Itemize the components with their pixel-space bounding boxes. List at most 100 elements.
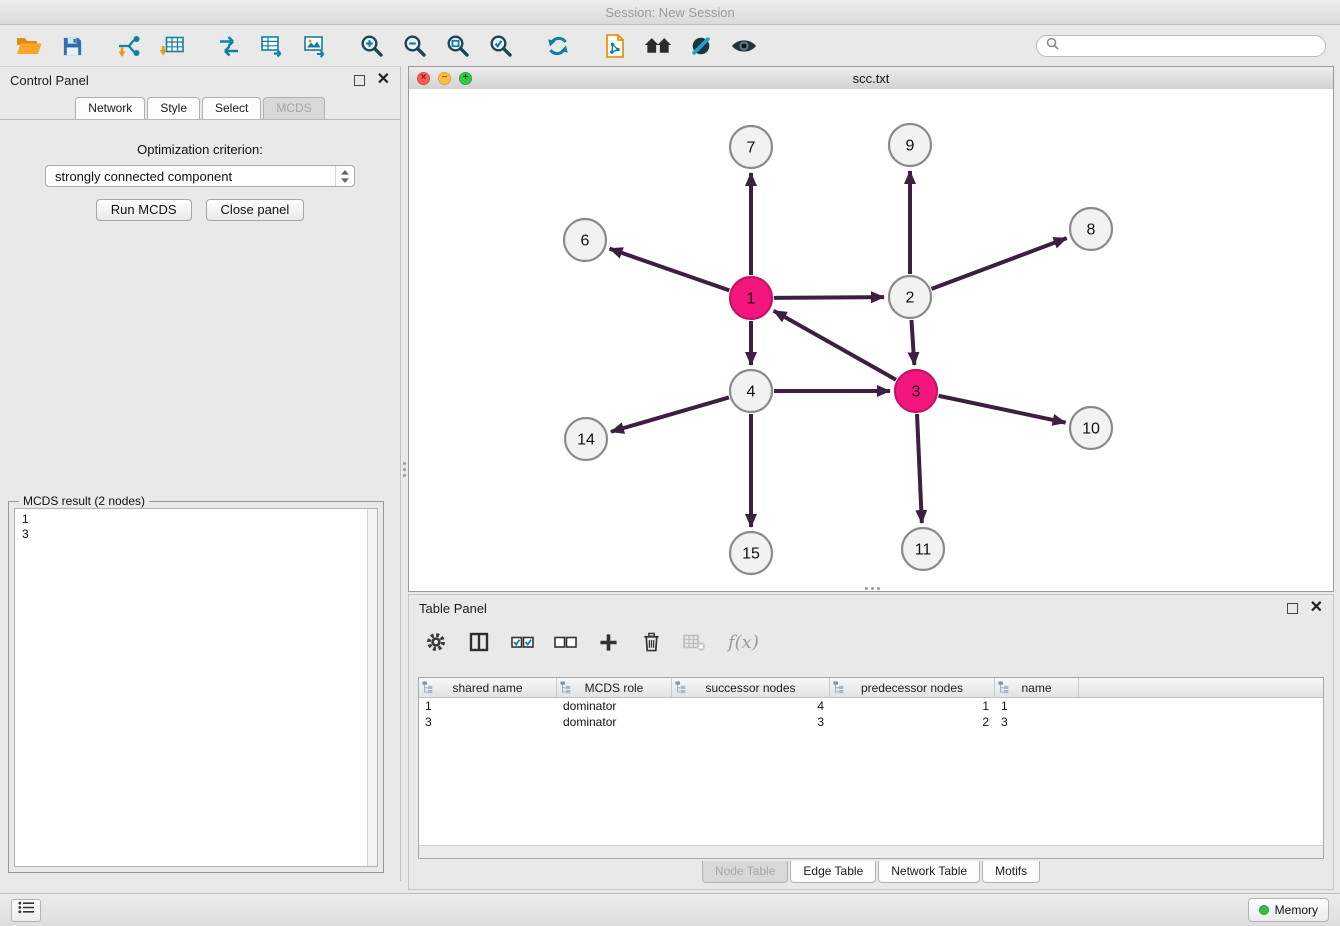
panel-selector-button[interactable] <box>11 899 41 922</box>
column-header-predecessor-nodes[interactable]: predecessor nodes <box>830 678 995 697</box>
column-header-name[interactable]: name <box>995 678 1079 697</box>
column-sort-icon[interactable] <box>998 681 1009 697</box>
show-columns-icon[interactable] <box>466 629 492 655</box>
search-box[interactable] <box>1036 35 1326 57</box>
graph-node-2[interactable]: 2 <box>889 276 931 318</box>
import-network-icon[interactable] <box>114 31 144 61</box>
vertical-splitter-handle[interactable] <box>402 455 407 483</box>
export-image-icon[interactable] <box>300 31 330 61</box>
zoom-out-icon[interactable] <box>400 31 430 61</box>
table-cell[interactable]: 4 <box>672 699 830 713</box>
table-cell[interactable]: 2 <box>830 715 995 729</box>
edge-4-14[interactable] <box>611 397 729 431</box>
close-icon[interactable]: ✕ <box>1310 602 1323 614</box>
table-cell[interactable]: 1 <box>419 699 557 713</box>
tab-edge-table[interactable]: Edge Table <box>790 861 876 883</box>
edge-1-2[interactable] <box>774 297 884 298</box>
table-cell[interactable]: 3 <box>672 715 830 729</box>
tab-select[interactable]: Select <box>202 97 261 119</box>
graph-node-6[interactable]: 6 <box>564 219 606 261</box>
mcds-result-area[interactable]: 13 <box>14 508 378 867</box>
table-cell[interactable]: 1 <box>995 699 1079 713</box>
table-cell[interactable]: dominator <box>557 715 672 729</box>
new-network-icon[interactable] <box>257 31 287 61</box>
edge-3-10[interactable] <box>939 396 1066 423</box>
table-cell[interactable]: 3 <box>419 715 557 729</box>
float-icon[interactable] <box>1287 603 1298 614</box>
run-mcds-button[interactable]: Run MCDS <box>96 199 192 221</box>
app-title-bar[interactable]: Session: New Session <box>0 0 1340 25</box>
table-toolbar: f(x) <box>409 621 1333 663</box>
home-icon[interactable] <box>643 31 673 61</box>
close-icon[interactable]: ✕ <box>377 74 390 86</box>
window-close-icon[interactable]: × <box>417 72 430 85</box>
graph-node-10[interactable]: 10 <box>1070 407 1112 449</box>
show-hide-eye-icon[interactable] <box>729 31 759 61</box>
column-header-mcds-role[interactable]: MCDS role <box>557 678 672 697</box>
edge-1-6[interactable] <box>610 249 730 291</box>
dropdown-stepper-icon[interactable] <box>335 166 354 186</box>
deselect-all-icon[interactable] <box>552 629 578 655</box>
graph-node-7[interactable]: 7 <box>730 126 772 168</box>
network-graph[interactable]: 7 9 6 8 1 2 4 3 14 10 15 11 <box>409 89 1333 591</box>
table-options-gear-icon[interactable] <box>423 629 449 655</box>
node-label: 10 <box>1082 421 1100 438</box>
tab-style[interactable]: Style <box>147 97 200 119</box>
edge-3-11[interactable] <box>917 414 922 523</box>
column-header-shared-name[interactable]: shared name <box>419 678 557 697</box>
copy-network-icon[interactable] <box>600 31 630 61</box>
graph-node-3[interactable]: 3 <box>895 370 937 412</box>
result-scrollbar[interactable] <box>367 509 377 866</box>
column-sort-icon[interactable] <box>675 681 686 697</box>
import-table-icon[interactable] <box>157 31 187 61</box>
float-icon[interactable] <box>354 75 365 86</box>
share-network-icon[interactable] <box>214 31 244 61</box>
close-panel-button[interactable]: Close panel <box>206 199 305 221</box>
graph-node-15[interactable]: 15 <box>730 532 772 574</box>
edge-2-3[interactable] <box>911 320 914 365</box>
edge-2-8[interactable] <box>932 238 1067 289</box>
zoom-in-icon[interactable] <box>357 31 387 61</box>
edge-3-1[interactable] <box>774 311 896 380</box>
column-sort-icon[interactable] <box>422 681 433 697</box>
save-session-icon[interactable] <box>57 31 87 61</box>
graph-node-4[interactable]: 4 <box>730 370 772 412</box>
column-header-successor-nodes[interactable]: successor nodes <box>672 678 830 697</box>
window-minimize-icon[interactable]: − <box>438 72 451 85</box>
table-cell[interactable]: 3 <box>995 715 1079 729</box>
window-zoom-icon[interactable]: + <box>459 72 472 85</box>
graph-node-14[interactable]: 14 <box>565 418 607 460</box>
zoom-selected-icon[interactable] <box>486 31 516 61</box>
node-label: 11 <box>915 542 932 559</box>
graph-node-8[interactable]: 8 <box>1070 208 1112 250</box>
table-cell[interactable]: dominator <box>557 699 672 713</box>
graph-node-11[interactable]: 11 <box>902 528 944 570</box>
select-all-icon[interactable] <box>509 629 535 655</box>
horizontal-splitter-handle[interactable] <box>860 586 884 591</box>
memory-button[interactable]: Memory <box>1248 898 1329 922</box>
graph-node-1[interactable]: 1 <box>730 277 772 319</box>
network-window-titlebar[interactable]: scc.txt ×−+ <box>409 67 1333 90</box>
optimization-criterion-dropdown[interactable]: strongly connected component <box>45 165 355 187</box>
tab-node-table[interactable]: Node Table <box>702 861 789 883</box>
refresh-layout-icon[interactable] <box>543 31 573 61</box>
column-sort-icon[interactable] <box>833 681 844 697</box>
tab-network-table[interactable]: Network Table <box>878 861 980 883</box>
tab-network[interactable]: Network <box>75 97 145 119</box>
style-paint-icon[interactable] <box>686 31 716 61</box>
open-session-icon[interactable] <box>14 31 44 61</box>
graph-node-9[interactable]: 9 <box>889 124 931 166</box>
column-sort-icon[interactable] <box>560 681 571 697</box>
zoom-fit-icon[interactable] <box>443 31 473 61</box>
network-canvas[interactable]: 7 9 6 8 1 2 4 3 14 10 15 11 <box>409 89 1333 591</box>
table-row[interactable]: 3dominator323 <box>419 714 1323 730</box>
delete-columns-icon[interactable] <box>638 629 664 655</box>
create-column-icon[interactable] <box>595 629 621 655</box>
tab-mcds[interactable]: MCDS <box>263 97 324 119</box>
tab-motifs[interactable]: Motifs <box>982 861 1040 883</box>
table-row[interactable]: 1dominator411 <box>419 698 1323 714</box>
table-cell[interactable]: 1 <box>830 699 995 713</box>
table-horizontal-scrollbar[interactable] <box>419 845 1323 858</box>
table-body[interactable]: 1dominator4113dominator323 <box>419 698 1323 845</box>
search-input[interactable] <box>1065 38 1316 54</box>
